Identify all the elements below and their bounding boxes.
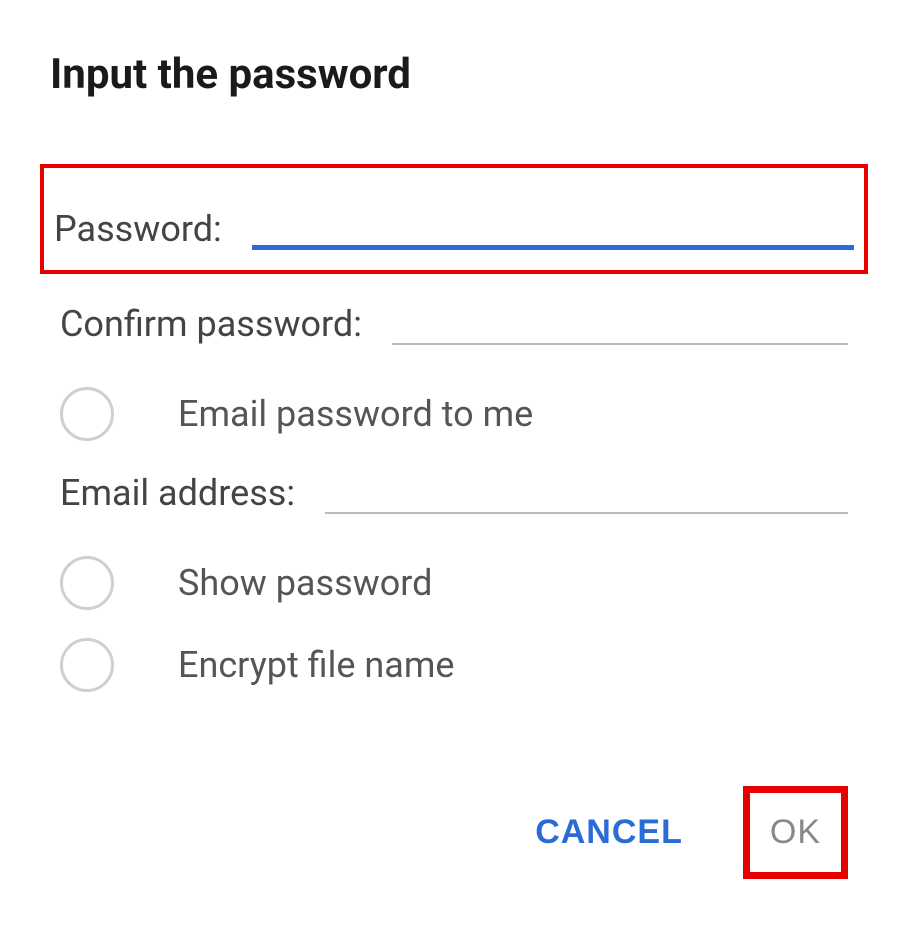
confirm-password-label: Confirm password: bbox=[60, 303, 362, 345]
encrypt-filename-label: Encrypt file name bbox=[178, 644, 455, 686]
dialog-button-row: CANCEL OK bbox=[50, 786, 858, 879]
checkbox-icon[interactable] bbox=[60, 387, 114, 441]
encrypt-filename-row[interactable]: Encrypt file name bbox=[50, 624, 858, 706]
password-row: Password: bbox=[40, 164, 868, 274]
ok-button[interactable]: OK bbox=[770, 813, 821, 852]
confirm-password-input[interactable] bbox=[392, 294, 848, 345]
ok-button-highlight: OK bbox=[743, 786, 848, 879]
dialog-title: Input the password bbox=[50, 50, 858, 99]
email-address-input[interactable] bbox=[325, 463, 848, 514]
password-label: Password: bbox=[54, 208, 222, 250]
cancel-button[interactable]: CANCEL bbox=[535, 813, 683, 852]
email-password-row[interactable]: Email password to me bbox=[50, 373, 858, 455]
password-input[interactable] bbox=[252, 196, 854, 250]
show-password-label: Show password bbox=[178, 562, 432, 604]
checkbox-icon[interactable] bbox=[60, 638, 114, 692]
checkbox-icon[interactable] bbox=[60, 556, 114, 610]
show-password-row[interactable]: Show password bbox=[50, 542, 858, 624]
email-address-row: Email address: bbox=[50, 455, 858, 522]
password-dialog: Input the password Password: Confirm pas… bbox=[0, 0, 898, 919]
confirm-password-row: Confirm password: bbox=[50, 286, 858, 353]
email-password-label: Email password to me bbox=[178, 393, 533, 435]
email-address-label: Email address: bbox=[60, 472, 295, 514]
